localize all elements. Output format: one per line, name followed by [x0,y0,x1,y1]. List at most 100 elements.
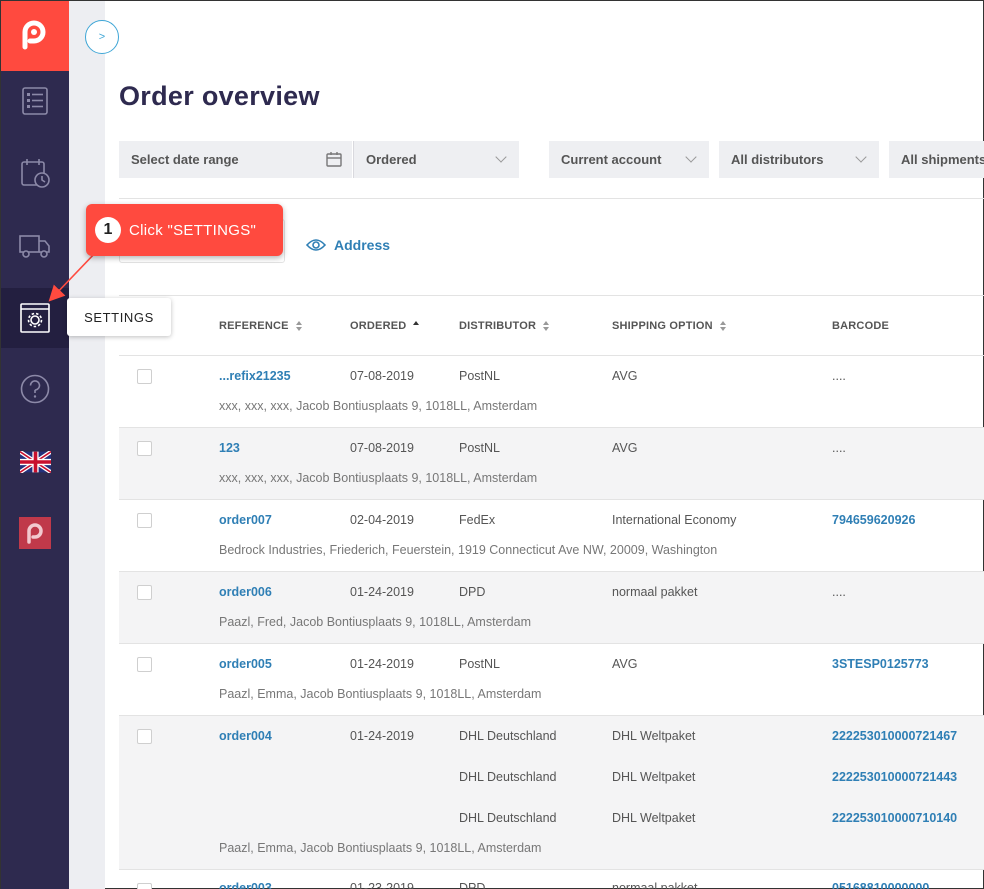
distributor: DHL Deutschland [459,811,557,825]
ordered-date: 01-24-2019 [350,585,414,599]
distributor: DPD [459,585,486,599]
paazl-brand-logo[interactable] [1,1,69,71]
eye-icon [306,239,326,251]
column-header-distributor[interactable]: DISTRIBUTOR [459,320,550,332]
reference-link[interactable]: order005 [219,657,272,671]
ordered-filter-dropdown[interactable]: Ordered [353,141,519,178]
row-address: Paazl, Emma, Jacob Bontiusplaats 9, 1018… [219,841,542,855]
callout-text: Click "SETTINGS" [129,221,257,239]
shipping-option: normaal pakket [612,881,698,889]
distributor: PostNL [459,657,500,671]
shipping-option: AVG [612,441,638,455]
barcode: .... [832,585,846,599]
table-row[interactable]: order004 01-24-2019 DHL Deutschland DHL … [119,715,984,869]
ordered-date: 01-24-2019 [350,657,414,671]
page-title: Order overview [119,81,320,111]
barcode: .... [832,369,846,383]
help-icon [20,374,50,404]
reference-link[interactable]: ...refix21235 [219,369,291,383]
chevron-down-icon [855,151,867,163]
ordered-date: 01-23-2019 [350,881,414,889]
chevron-down-icon [495,151,507,163]
shipping-option: DHL Weltpaket [612,770,696,784]
sort-icon [543,321,550,331]
shipping-option: AVG [612,369,638,383]
table-row[interactable]: order003 01-23-2019 DPD normaal pakket 0… [119,869,984,889]
account-filter-label: Current account [561,152,662,167]
table-row[interactable]: 123 07-08-2019 PostNL AVG .... xxx, xxx,… [119,427,984,499]
reference-link[interactable]: order003 [219,881,272,889]
row-address: Paazl, Fred, Jacob Bontiusplaats 9, 1018… [219,615,531,629]
filter-divider [119,198,984,199]
row-checkbox[interactable] [137,657,152,672]
sort-icon [295,321,302,331]
row-address: Bedrock Industries, Friederich, Feuerste… [219,543,718,557]
reference-link[interactable]: order006 [219,585,272,599]
reference-link[interactable]: order004 [219,729,272,743]
row-checkbox[interactable] [137,585,152,600]
sidebar-item-orders[interactable] [1,71,69,131]
table-row[interactable]: order006 01-24-2019 DPD normaal pakket .… [119,571,984,643]
distributor-filter-label: All distributors [731,152,824,167]
column-header-ordered[interactable]: ORDERED [350,320,420,332]
shipments-filter-dropdown[interactable]: All shipments [889,141,984,178]
barcode-link[interactable]: 05168810000000 [832,881,929,889]
sidebar-item-paazl[interactable] [1,503,69,563]
distributor: PostNL [459,369,500,383]
column-header-label: REFERENCE [219,320,289,332]
table-row[interactable]: order007 02-04-2019 FedEx International … [119,499,984,571]
column-header-barcode[interactable]: BARCODE [832,320,889,332]
uk-flag-icon [19,451,51,473]
row-checkbox[interactable] [137,729,152,744]
barcode-link[interactable]: 222253010000721467 [832,729,957,743]
ordered-date: 01-24-2019 [350,729,414,743]
paazl-logo-icon [19,517,51,549]
column-header-shipping-option[interactable]: SHIPPING OPTION [612,320,726,332]
shipping-option: International Economy [612,513,737,527]
address-toggle-link[interactable]: Address [306,237,390,253]
step-number-badge: 1 [95,217,121,243]
distributor: DPD [459,881,486,889]
distributor: DHL Deutschland [459,770,557,784]
row-checkbox[interactable] [137,883,152,889]
sidebar-item-schedule[interactable] [1,143,69,203]
row-checkbox[interactable] [137,369,152,384]
column-header-reference[interactable]: REFERENCE [219,320,302,332]
chevron-down-icon [685,151,697,163]
row-address: Paazl, Emma, Jacob Bontiusplaats 9, 1018… [219,687,542,701]
shipping-option: normaal pakket [612,585,698,599]
sidebar-item-shipments[interactable] [1,215,69,275]
ordered-date: 07-08-2019 [350,441,414,455]
reference-link[interactable]: 123 [219,441,240,455]
shipping-option: DHL Weltpaket [612,729,696,743]
row-address: xxx, xxx, xxx, Jacob Bontiusplaats 9, 10… [219,399,538,413]
barcode-link[interactable]: 222253010000721443 [832,770,957,784]
settings-tooltip: SETTINGS [67,298,171,336]
reference-link[interactable]: order007 [219,513,272,527]
barcode-link[interactable]: 794659620926 [832,513,915,527]
sidebar [1,1,69,889]
settings-window-icon [20,303,50,333]
calendar-icon [326,152,342,167]
column-header-label: DISTRIBUTOR [459,320,537,332]
ordered-filter-label: Ordered [366,152,417,167]
sidebar-item-language[interactable] [1,432,69,492]
date-range-filter[interactable]: Select date range [119,141,352,178]
table-row[interactable]: order005 01-24-2019 PostNL AVG 3STESP012… [119,643,984,715]
distributor: FedEx [459,513,496,527]
barcode-link[interactable]: 222253010000710140 [832,811,957,825]
sidebar-item-help[interactable] [1,359,69,419]
calendar-clock-icon [21,159,50,188]
row-checkbox[interactable] [137,513,152,528]
expand-panel-button[interactable]: > [85,20,119,54]
sidebar-item-settings[interactable] [1,288,69,348]
paazl-p-icon [22,20,46,50]
table-row[interactable]: ...refix21235 07-08-2019 PostNL AVG ....… [119,355,984,427]
distributor-filter-dropdown[interactable]: All distributors [719,141,879,178]
barcode: .... [832,441,846,455]
account-filter-dropdown[interactable]: Current account [549,141,709,178]
address-toggle-label: Address [334,237,391,253]
row-checkbox[interactable] [137,441,152,456]
barcode-link[interactable]: 3STESP0125773 [832,657,929,671]
shipments-filter-label: All shipments [901,152,984,167]
